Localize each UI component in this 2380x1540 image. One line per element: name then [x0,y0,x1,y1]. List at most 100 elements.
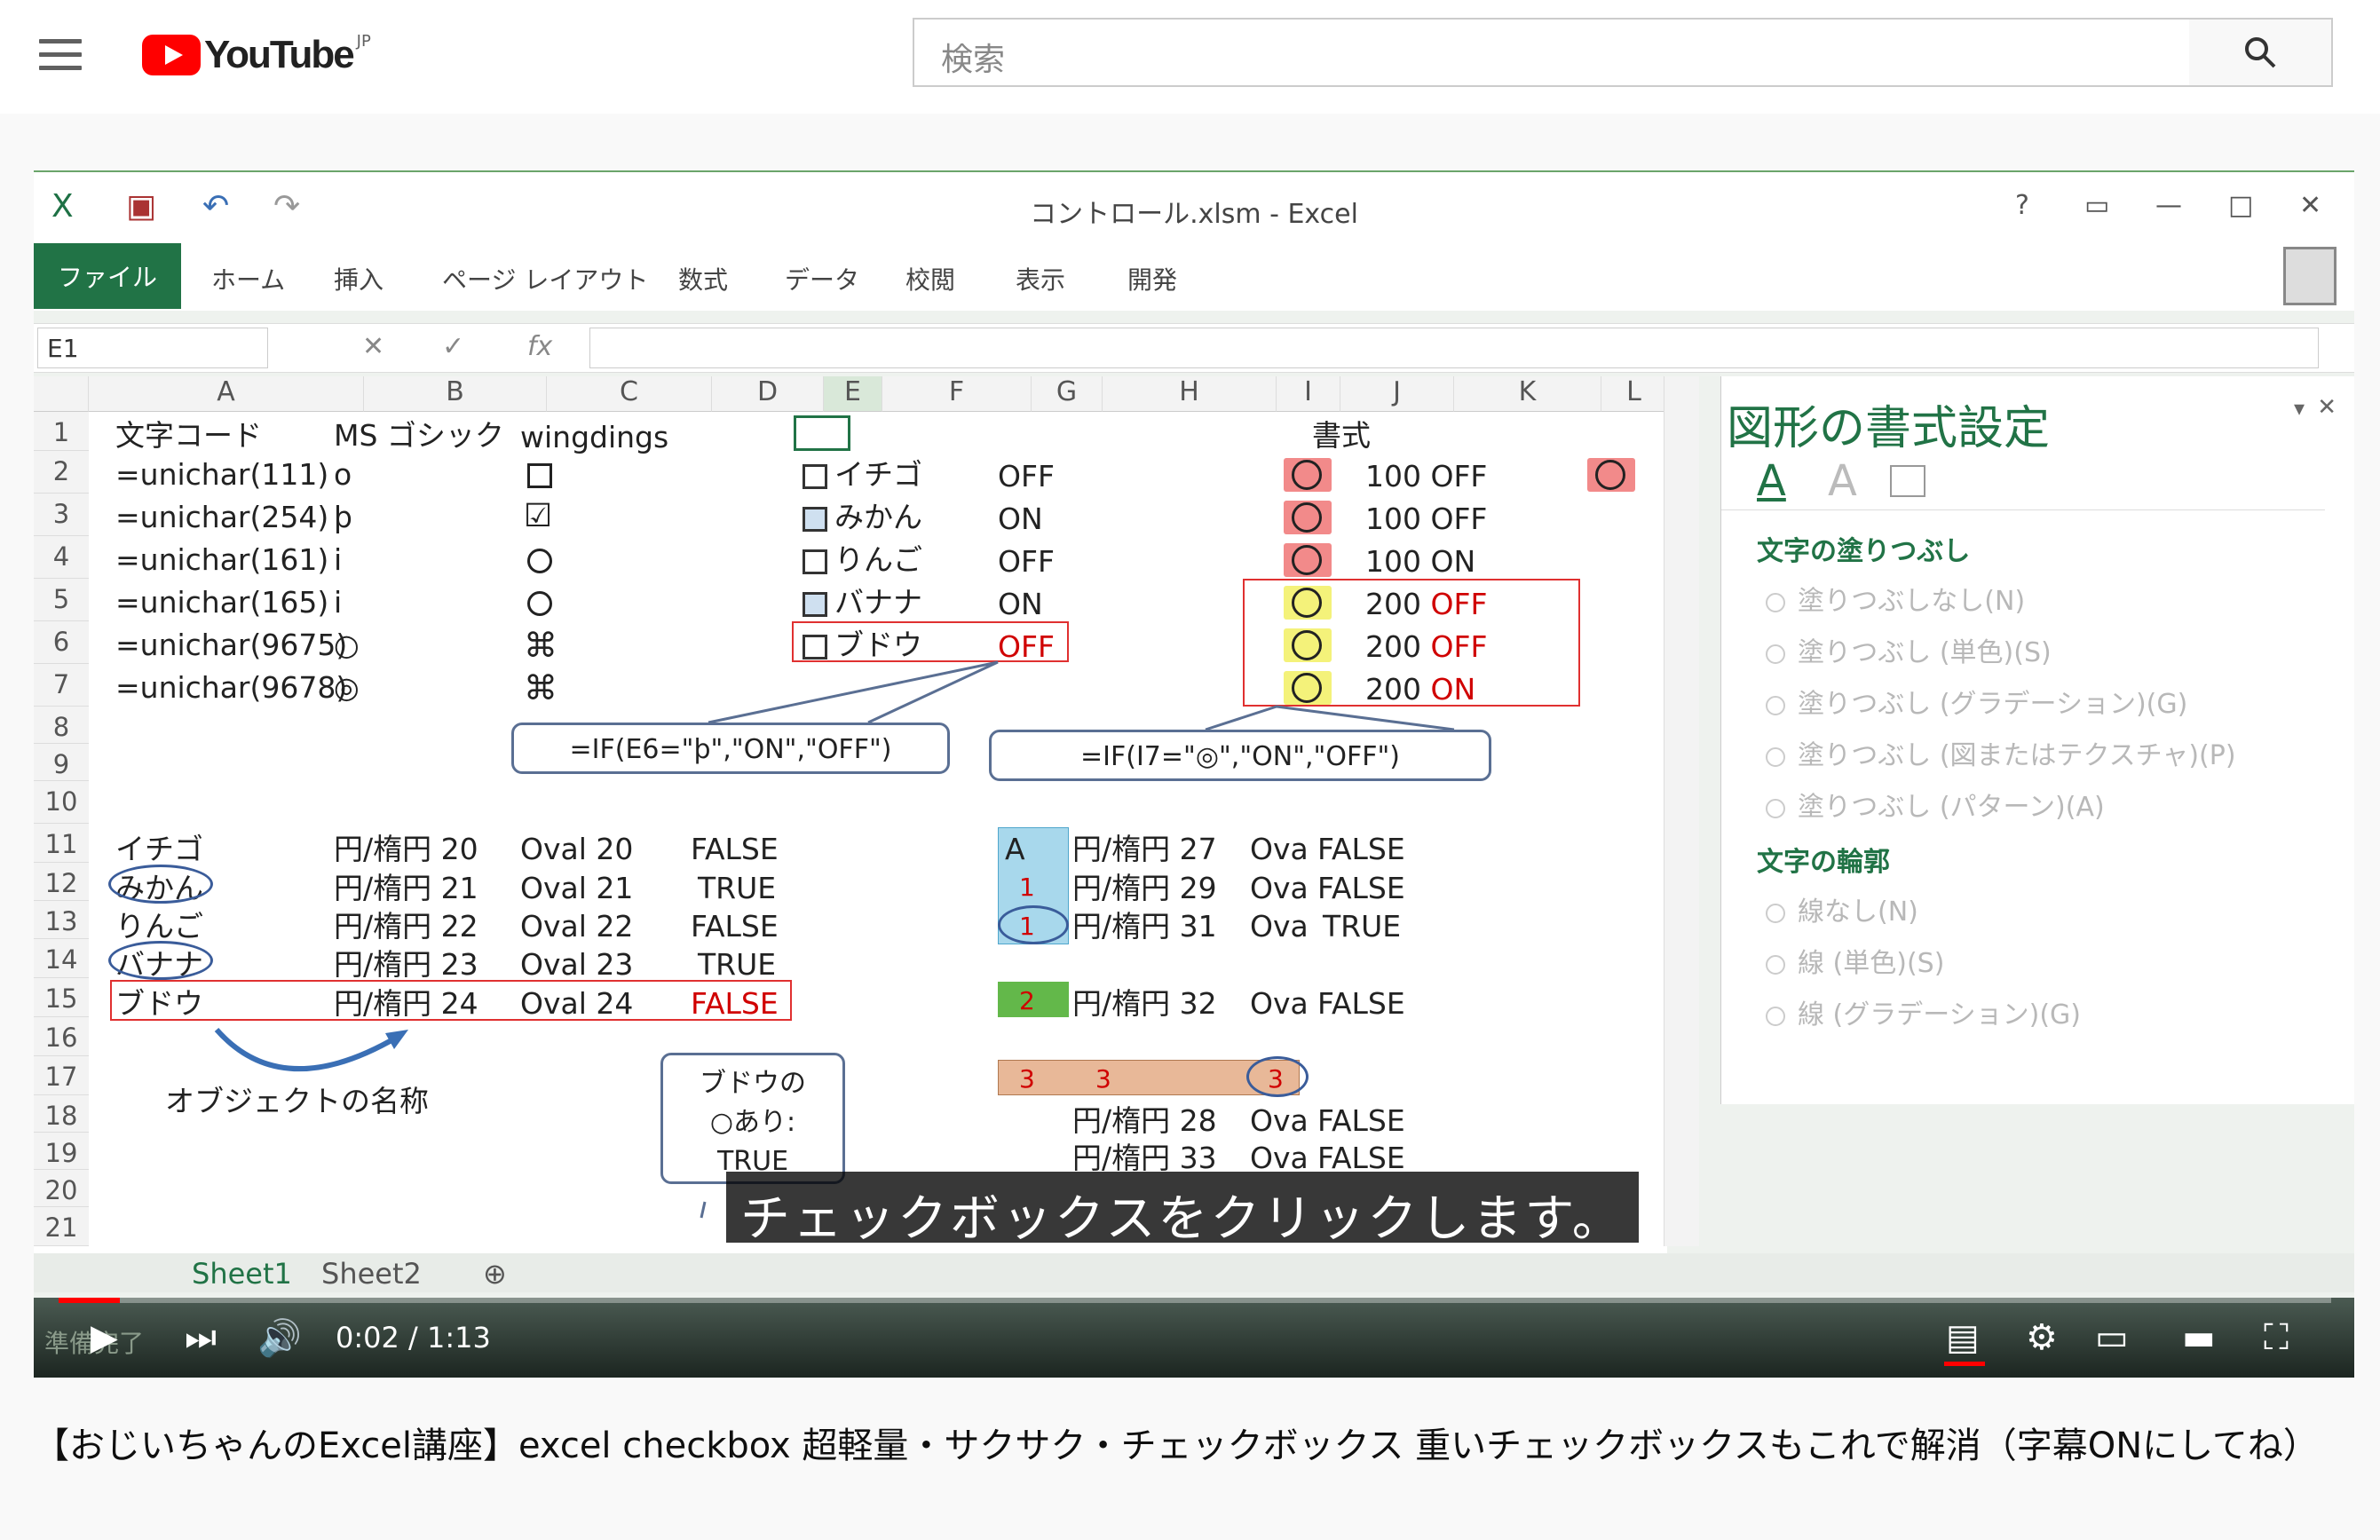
cell[interactable]: イチゴ [115,834,203,864]
cell[interactable]: 円/楕円 32 [1072,989,1217,1018]
fill-option[interactable]: 塗りつぶし (パターン)(A) [1766,785,2105,824]
tab-developer[interactable]: 開発 [1127,261,1177,296]
enter-icon[interactable]: ✓ [442,331,464,362]
cell[interactable]: Ova [1250,912,1309,941]
youtube-logo[interactable]: YouTube JP [142,32,371,78]
search-input[interactable]: 検索 [913,18,2191,87]
help-icon[interactable]: ? [2015,190,2029,221]
add-sheet-icon[interactable]: ⊕ [483,1257,507,1291]
annotation-callout: ブドウの ○あり: TRUE [660,1053,845,1184]
video-subtitle: チェックボックスをクリックします。 [726,1172,1639,1248]
progress-bar[interactable] [59,1298,2331,1303]
video-title: 【おじいちゃんのExcel講座】excel checkbox 超軽量・サクサク・… [34,1425,2319,1466]
fill-option[interactable]: 塗りつぶし (図またはテクスチャ)(P) [1766,733,2236,772]
cell[interactable]: A [1005,834,1025,864]
oval-shape[interactable] [108,865,213,904]
cell[interactable]: 円/楕円 20 [334,834,478,864]
next-icon[interactable]: ⏭ [185,1317,217,1358]
cell[interactable]: 円/楕円 28 [1072,1106,1217,1135]
cell[interactable]: 円/楕円 21 [334,873,478,903]
cell[interactable]: 円/楕円 23 [334,950,478,979]
tab-view[interactable]: 表示 [1016,261,1065,296]
account-avatar[interactable] [2283,247,2337,305]
tab-page-layout[interactable]: ページ レイアウト [442,261,648,296]
text-effects-icon[interactable]: A [1828,456,1857,506]
cell[interactable]: Oval 20 [520,834,633,864]
cell[interactable]: 3 [1268,1067,1284,1092]
cell[interactable]: TRUE [1323,912,1401,941]
cell[interactable]: FALSE [691,834,779,864]
cell[interactable]: 1 [1019,914,1035,939]
cell[interactable]: 円/楕円 29 [1072,873,1217,903]
cell[interactable]: Ova [1250,989,1309,1018]
tab-file[interactable]: ファイル [34,243,181,309]
formula-input[interactable] [589,328,2319,368]
pane-close-icon[interactable]: ✕ [2317,394,2337,421]
cell[interactable]: 円/楕円 31 [1072,912,1217,941]
cell[interactable]: Oval 21 [520,873,633,903]
tab-data[interactable]: データ [785,261,859,296]
cell[interactable]: 円/楕円 22 [334,912,478,941]
text-fill-icon[interactable]: A [1757,456,1786,506]
textbox-icon[interactable] [1890,465,1925,497]
tab-insert[interactable]: 挿入 [334,261,383,296]
volume-icon[interactable]: 🔊 [257,1317,302,1359]
cell[interactable]: 2 [1019,989,1035,1014]
tab-home[interactable]: ホーム [211,261,285,296]
cell[interactable]: FALSE [1317,834,1405,864]
tab-formulas[interactable]: 数式 [678,261,728,296]
cell[interactable]: Ova [1250,834,1309,864]
minimize-icon[interactable]: — [2155,190,2182,221]
cell[interactable]: FALSE [1317,989,1405,1018]
outline-option[interactable]: 線なし(N) [1766,889,1918,928]
cell[interactable]: TRUE [698,950,776,979]
cell[interactable]: Oval 23 [520,950,633,979]
name-box[interactable]: E1 [37,328,268,368]
cell[interactable]: Ova [1250,873,1309,903]
cell[interactable]: FALSE [1317,1143,1405,1173]
sheet-tabs-bar: Sheet1 Sheet2 ⊕ [34,1253,2354,1292]
vertical-scrollbar[interactable] [1664,376,1699,1246]
cell[interactable]: FALSE [1317,873,1405,903]
cell[interactable]: りんご [115,912,203,941]
pane-title: 図形の書式設定 [1727,402,2051,455]
cell[interactable]: FALSE [1317,1106,1405,1135]
worksheet-grid[interactable]: A B C D E F G H I J K L 1 2 3 4 5 6 7 8 9 10 11 12 1… [34,376,1699,1264]
close-icon[interactable]: ✕ [2299,190,2321,221]
fx-icon[interactable]: fx [527,331,552,362]
fullscreen-icon[interactable]: ⛶ [2264,1317,2289,1358]
sheet-tab-sheet2[interactable]: Sheet2 [321,1257,422,1291]
cell[interactable]: 3 [1019,1067,1035,1092]
outline-option[interactable]: 線 (単色)(S) [1766,941,1944,980]
cell[interactable]: FALSE [691,912,779,941]
cell[interactable]: TRUE [698,873,776,903]
miniplayer-icon[interactable]: ▭ [2095,1317,2129,1358]
tab-review[interactable]: 校閲 [905,261,955,296]
section-text-outline[interactable]: 文字の輪郭 [1757,840,1890,879]
cell[interactable]: 円/楕円 33 [1072,1143,1217,1173]
outline-option[interactable]: 線 (グラデーション)(G) [1766,992,2081,1031]
play-icon[interactable]: ▶ [91,1317,118,1358]
maximize-icon[interactable]: □ [2228,190,2253,221]
cancel-icon[interactable]: ✕ [362,331,384,362]
cell[interactable]: 1 [1019,875,1035,900]
cell[interactable]: 3 [1095,1067,1111,1092]
cell[interactable]: Oval 22 [520,912,633,941]
pane-options-icon[interactable]: ▾ [2294,396,2305,421]
settings-icon[interactable]: ⚙ [2026,1317,2058,1358]
cell[interactable]: Ova [1250,1143,1309,1173]
oval-shape[interactable] [108,941,213,980]
menu-icon[interactable] [39,39,82,71]
video-player[interactable]: X ▣ ↶ ↷ コントロール.xlsm - Excel ? ▭ — □ ✕ ファ… [34,170,2354,1378]
cell[interactable]: Ova [1250,1106,1309,1135]
fill-option[interactable]: 塗りつぶし (単色)(S) [1766,630,2052,669]
fill-option[interactable]: 塗りつぶし (グラデーション)(G) [1766,682,2187,721]
section-text-fill[interactable]: 文字の塗りつぶし [1757,529,1970,568]
theater-mode-icon[interactable]: ▬ [2182,1317,2216,1358]
ribbon-display-icon[interactable]: ▭ [2084,190,2109,221]
cell[interactable]: 円/楕円 27 [1072,834,1217,864]
subtitles-icon[interactable]: ▤ [1946,1317,1980,1358]
sheet-tab-sheet1[interactable]: Sheet1 [192,1257,292,1291]
search-button[interactable] [2189,18,2333,87]
fill-option[interactable]: 塗りつぶしなし(N) [1766,579,2025,618]
